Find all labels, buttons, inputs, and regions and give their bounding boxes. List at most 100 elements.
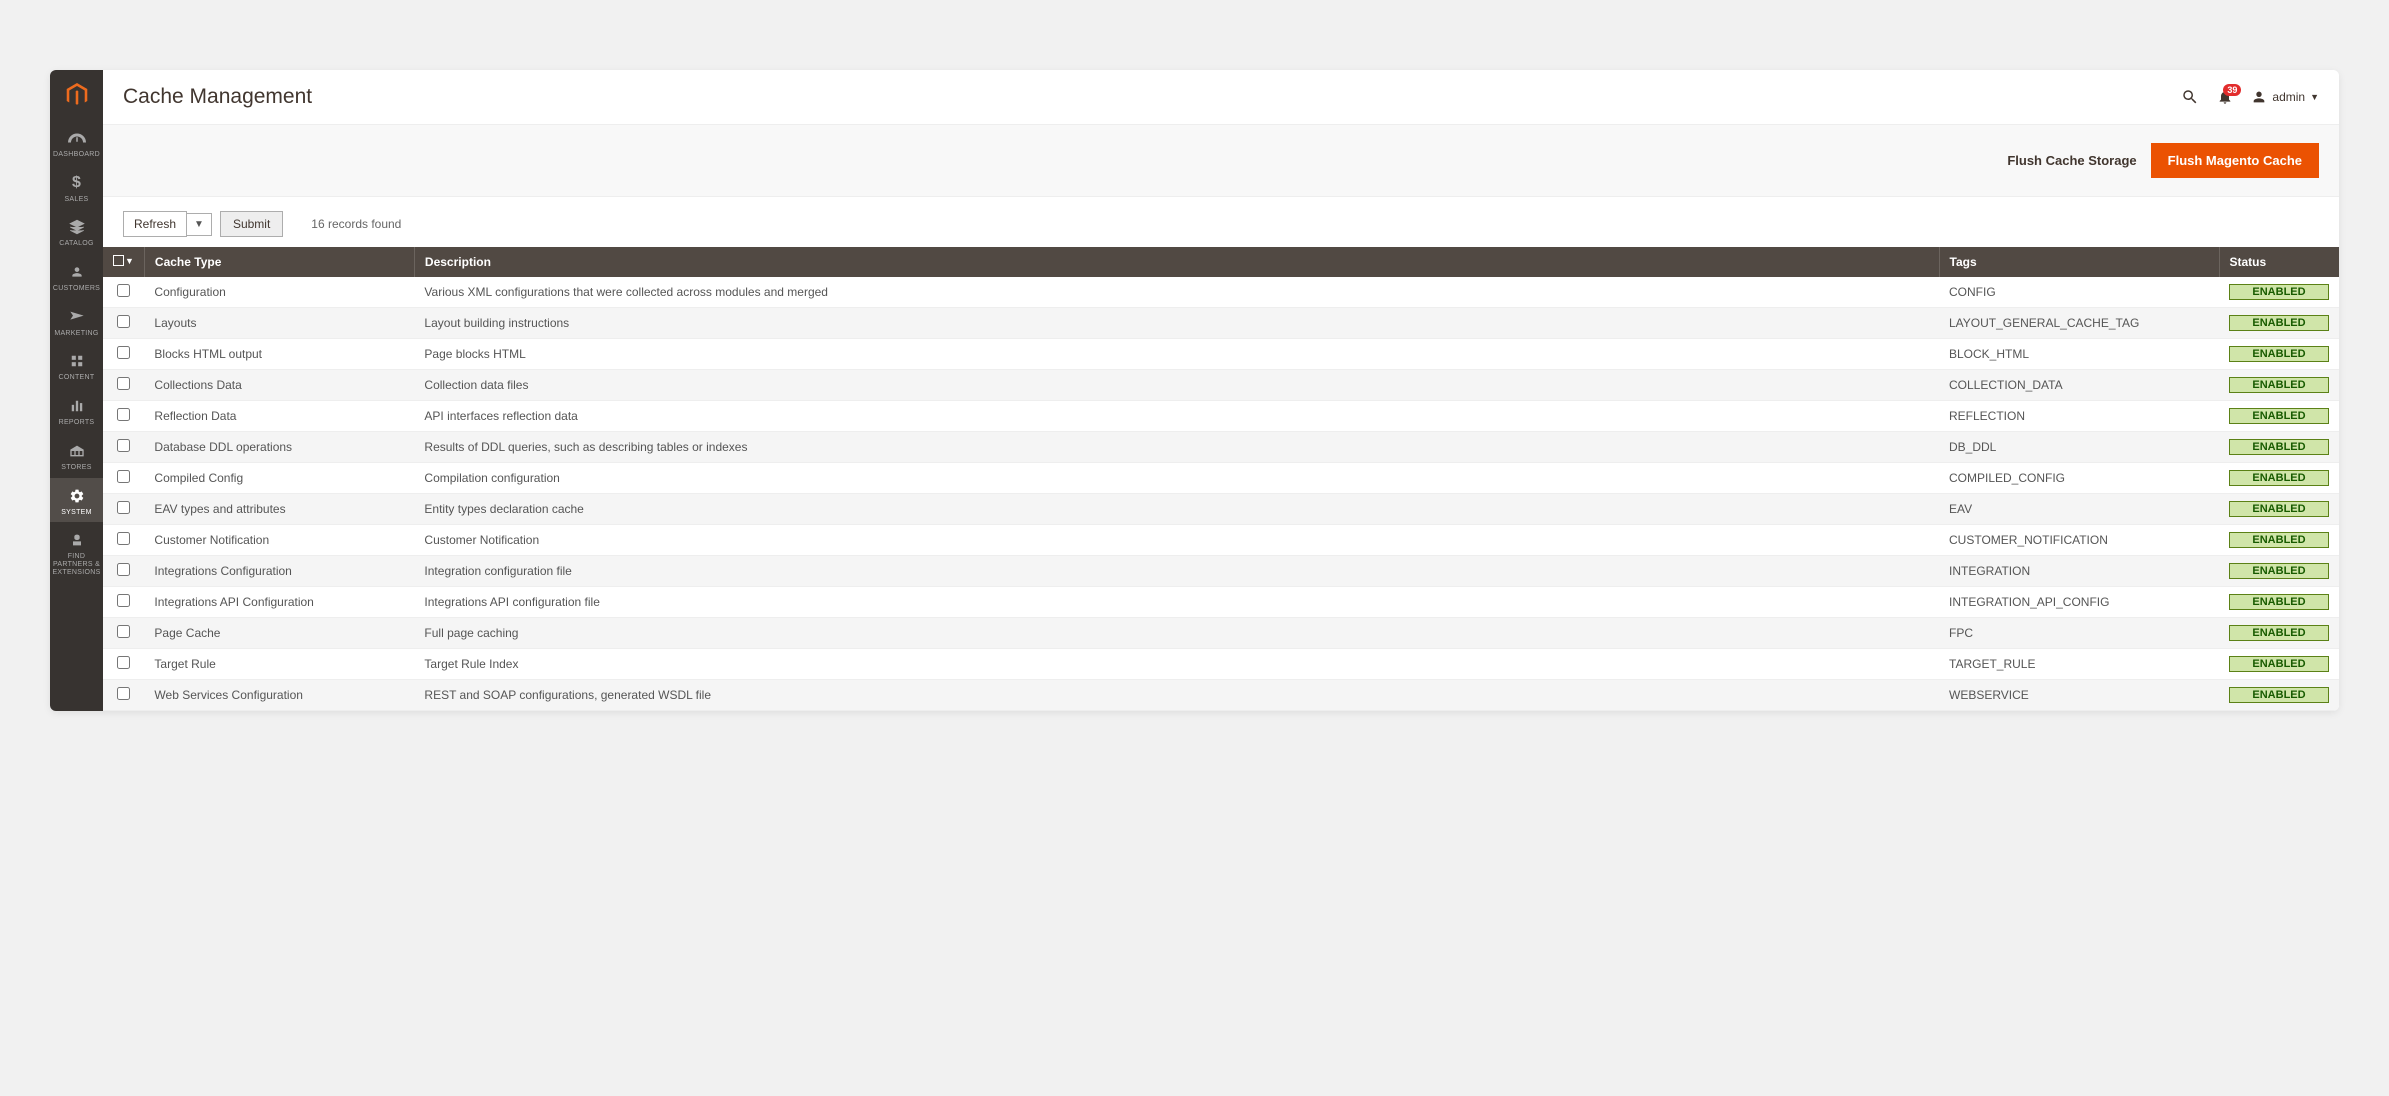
row-checkbox[interactable] xyxy=(117,315,130,328)
row-checkbox[interactable] xyxy=(117,377,130,390)
flush-magento-cache-button[interactable]: Flush Magento Cache xyxy=(2151,143,2319,178)
row-checkbox[interactable] xyxy=(117,563,130,576)
user-label: admin xyxy=(2272,90,2305,104)
page-header: Cache Management 39 admin ▼ xyxy=(103,70,2339,114)
sidebar-item-label: CATALOG xyxy=(57,240,96,248)
sidebar-item-customers[interactable]: CUSTOMERS xyxy=(50,254,103,299)
row-checkbox[interactable] xyxy=(117,470,130,483)
sidebar-item-marketing[interactable]: MARKETING xyxy=(50,299,103,344)
cell-description: Compilation configuration xyxy=(414,463,1939,494)
cell-tags: TARGET_RULE xyxy=(1939,649,2219,680)
sidebar-icon xyxy=(70,262,84,282)
sidebar-icon xyxy=(69,217,85,237)
cell-description: API interfaces reflection data xyxy=(414,401,1939,432)
cell-tags: DB_DDL xyxy=(1939,432,2219,463)
flush-cache-storage-button[interactable]: Flush Cache Storage xyxy=(2007,143,2136,178)
sidebar-item-label: CUSTOMERS xyxy=(51,285,102,293)
cell-cache-type: Blocks HTML output xyxy=(144,339,414,370)
cell-tags: FPC xyxy=(1939,618,2219,649)
sidebar-icon xyxy=(70,351,84,371)
cell-description: Page blocks HTML xyxy=(414,339,1939,370)
notification-badge: 39 xyxy=(2223,84,2241,96)
submit-button[interactable]: Submit xyxy=(220,211,283,237)
sidebar-item-label: REPORTS xyxy=(57,419,97,427)
cell-description: Integration configuration file xyxy=(414,556,1939,587)
sidebar-item-find-partners-extensions[interactable]: FIND PARTNERS & EXTENSIONS xyxy=(50,522,103,582)
cell-tags: BLOCK_HTML xyxy=(1939,339,2219,370)
row-checkbox[interactable] xyxy=(117,346,130,359)
cell-cache-type: Customer Notification xyxy=(144,525,414,556)
col-status[interactable]: Status xyxy=(2219,247,2339,277)
row-checkbox[interactable] xyxy=(117,439,130,452)
row-checkbox[interactable] xyxy=(117,687,130,700)
sidebar-item-system[interactable]: SYSTEM xyxy=(50,478,103,523)
row-checkbox[interactable] xyxy=(117,594,130,607)
cell-description: Target Rule Index xyxy=(414,649,1939,680)
status-badge: ENABLED xyxy=(2229,315,2329,331)
cell-description: Collection data files xyxy=(414,370,1939,401)
user-icon xyxy=(2251,89,2267,105)
status-badge: ENABLED xyxy=(2229,470,2329,486)
app-window: DASHBOARD$SALES CATALOG CUSTOMERS MARKETING… xyxy=(50,70,2339,711)
row-checkbox[interactable] xyxy=(117,408,130,421)
table-row: ConfigurationVarious XML configurations … xyxy=(103,277,2339,308)
table-row: Integrations API ConfigurationIntegratio… xyxy=(103,587,2339,618)
chevron-down-icon: ▼ xyxy=(125,256,134,266)
row-checkbox[interactable] xyxy=(117,532,130,545)
status-badge: ENABLED xyxy=(2229,594,2329,610)
sidebar-item-label: FIND PARTNERS & EXTENSIONS xyxy=(50,553,103,576)
sidebar-item-label: MARKETING xyxy=(52,330,100,338)
main: Cache Management 39 admin ▼ Flush Cache … xyxy=(103,70,2339,711)
table-row: Reflection DataAPI interfaces reflection… xyxy=(103,401,2339,432)
status-badge: ENABLED xyxy=(2229,656,2329,672)
sidebar-item-stores[interactable]: STORES xyxy=(50,433,103,478)
table-row: Blocks HTML outputPage blocks HTMLBLOCK_… xyxy=(103,339,2339,370)
magento-logo[interactable] xyxy=(50,70,103,120)
sidebar-icon xyxy=(69,307,85,327)
status-badge: ENABLED xyxy=(2229,439,2329,455)
user-menu[interactable]: admin ▼ xyxy=(2251,89,2319,105)
col-select-all[interactable]: ▼ xyxy=(103,247,144,277)
row-checkbox[interactable] xyxy=(117,284,130,297)
cell-cache-type: EAV types and attributes xyxy=(144,494,414,525)
sidebar-icon xyxy=(69,530,85,550)
table-row: Collections DataCollection data filesCOL… xyxy=(103,370,2339,401)
cell-tags: COLLECTION_DATA xyxy=(1939,370,2219,401)
refresh-dropdown-arrow[interactable]: ▼ xyxy=(187,213,212,236)
notifications-button[interactable]: 39 xyxy=(2217,89,2233,105)
cell-tags: WEBSERVICE xyxy=(1939,680,2219,711)
search-button[interactable] xyxy=(2181,88,2199,106)
sidebar-item-sales[interactable]: $SALES xyxy=(50,165,103,210)
cell-cache-type: Reflection Data xyxy=(144,401,414,432)
table-row: Integrations ConfigurationIntegration co… xyxy=(103,556,2339,587)
sidebar-item-content[interactable]: CONTENT xyxy=(50,343,103,388)
cell-tags: CUSTOMER_NOTIFICATION xyxy=(1939,525,2219,556)
table-row: Database DDL operationsResults of DDL qu… xyxy=(103,432,2339,463)
action-bar: Flush Cache Storage Flush Magento Cache xyxy=(103,124,2339,197)
row-checkbox[interactable] xyxy=(117,501,130,514)
sidebar-item-catalog[interactable]: CATALOG xyxy=(50,209,103,254)
sidebar-item-dashboard[interactable]: DASHBOARD xyxy=(50,120,103,165)
cell-cache-type: Target Rule xyxy=(144,649,414,680)
cell-description: Full page caching xyxy=(414,618,1939,649)
cell-tags: LAYOUT_GENERAL_CACHE_TAG xyxy=(1939,308,2219,339)
cell-description: Customer Notification xyxy=(414,525,1939,556)
table-row: Page CacheFull page cachingFPCENABLED xyxy=(103,618,2339,649)
cell-description: Layout building instructions xyxy=(414,308,1939,339)
cell-description: Results of DDL queries, such as describi… xyxy=(414,432,1939,463)
cell-description: Entity types declaration cache xyxy=(414,494,1939,525)
cell-tags: EAV xyxy=(1939,494,2219,525)
search-icon xyxy=(2181,88,2199,106)
table-row: Compiled ConfigCompilation configuration… xyxy=(103,463,2339,494)
col-tags[interactable]: Tags xyxy=(1939,247,2219,277)
row-checkbox[interactable] xyxy=(117,656,130,669)
cell-tags: REFLECTION xyxy=(1939,401,2219,432)
col-cache-type[interactable]: Cache Type xyxy=(144,247,414,277)
table-row: Web Services ConfigurationREST and SOAP … xyxy=(103,680,2339,711)
table-row: LayoutsLayout building instructionsLAYOU… xyxy=(103,308,2339,339)
col-description[interactable]: Description xyxy=(414,247,1939,277)
sidebar-item-reports[interactable]: REPORTS xyxy=(50,388,103,433)
sidebar-item-label: CONTENT xyxy=(57,374,97,382)
row-checkbox[interactable] xyxy=(117,625,130,638)
refresh-button[interactable]: Refresh xyxy=(123,211,187,237)
